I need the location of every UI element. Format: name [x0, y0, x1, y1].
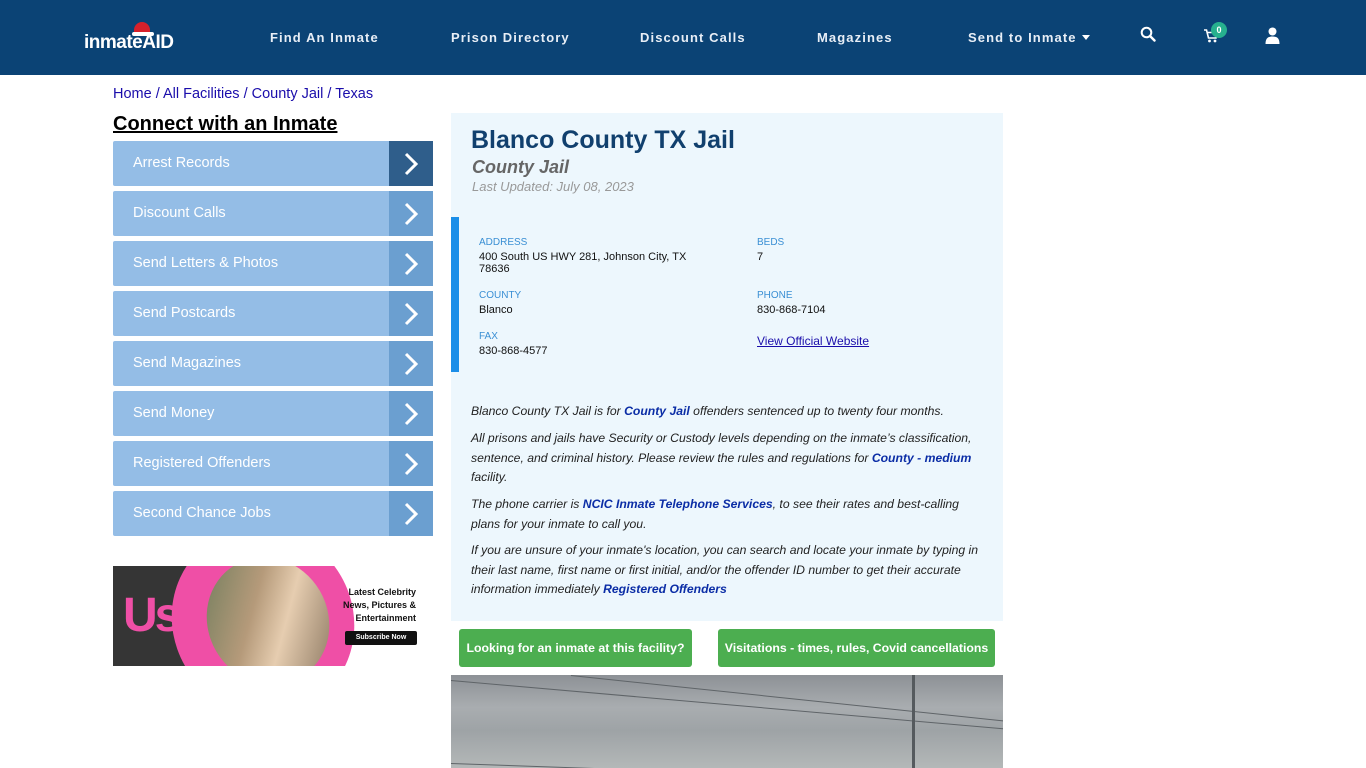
- sidebar-item-arrest-records[interactable]: Arrest Records: [113, 141, 433, 186]
- fax-value: 830-868-4577: [479, 345, 548, 357]
- visitations-button[interactable]: Visitations - times, rules, Covid cancel…: [718, 629, 995, 667]
- breadcrumb-separator: /: [155, 86, 160, 102]
- security-levels-paragraph: All prisons and jails have Security or C…: [471, 429, 991, 488]
- last-updated: Last Updated: July 08, 2023: [472, 179, 634, 194]
- facility-photo: [451, 675, 1003, 768]
- breadcrumb-separator: /: [243, 86, 248, 102]
- inmate-search-paragraph: If you are unsure of your inmate's locat…: [471, 541, 991, 600]
- info-accent-bar: [451, 217, 459, 372]
- chevron-right-icon: [389, 291, 433, 336]
- facility-title: Blanco County TX Jail: [471, 126, 735, 154]
- phone-label: PHONE: [757, 290, 793, 301]
- utility-pole: [912, 675, 915, 768]
- sidebar-menu: Arrest Records Discount Calls Send Lette…: [113, 141, 433, 541]
- search-icon[interactable]: [1140, 26, 1160, 46]
- power-line: [570, 675, 1003, 725]
- sidebar-item-registered-offenders[interactable]: Registered Offenders: [113, 441, 433, 486]
- facility-type: County Jail: [472, 157, 570, 177]
- caret-down-icon: [1081, 35, 1090, 40]
- power-line: [451, 763, 651, 768]
- chevron-right-icon: [389, 241, 433, 286]
- address-label: ADDRESS: [479, 237, 528, 248]
- address-value: 400 South US HWY 281, Johnson City, TX 7…: [479, 251, 687, 275]
- sidebar-item-label: Send Money: [133, 405, 215, 421]
- top-navbar: inmateAID Find An Inmate Prison Director…: [0, 0, 1366, 75]
- phone-carrier-paragraph: The phone carrier is NCIC Inmate Telepho…: [471, 495, 991, 534]
- breadcrumb-separator: /: [327, 86, 332, 102]
- sidebar-item-label: Send Letters & Photos: [133, 255, 279, 271]
- ad-brand-logo: Us: [123, 589, 181, 642]
- sidebar-item-send-postcards[interactable]: Send Postcards: [113, 291, 433, 336]
- sidebar-item-label: Second Chance Jobs: [133, 505, 271, 521]
- find-inmate-at-facility-button[interactable]: Looking for an inmate at this facility?: [459, 629, 692, 667]
- county-jail-link[interactable]: County Jail: [624, 404, 690, 418]
- paragraph-text: facility.: [471, 470, 508, 484]
- sidebar-item-second-chance-jobs[interactable]: Second Chance Jobs: [113, 491, 433, 536]
- breadcrumb-texas[interactable]: Texas: [335, 86, 373, 102]
- chevron-right-icon: [389, 391, 433, 436]
- sidebar-item-label: Discount Calls: [133, 205, 226, 221]
- breadcrumb-county-jail[interactable]: County Jail: [252, 86, 324, 102]
- chevron-right-icon: [389, 491, 433, 536]
- paragraph-text: The phone carrier is: [471, 497, 583, 511]
- county-value: Blanco: [479, 304, 513, 316]
- sidebar-item-label: Arrest Records: [133, 155, 230, 171]
- view-official-website-link[interactable]: View Official Website: [757, 334, 869, 348]
- sidebar-item-send-magazines[interactable]: Send Magazines: [113, 341, 433, 386]
- paragraph-text: Blanco County TX Jail is for: [471, 404, 625, 418]
- chevron-right-icon: [389, 441, 433, 486]
- sidebar-item-label: Send Postcards: [133, 305, 236, 321]
- breadcrumb-home[interactable]: Home: [113, 86, 152, 102]
- cart-count-badge: 0: [1211, 22, 1227, 38]
- ad-headline: Latest Celebrity News, Pictures & Entert…: [342, 587, 416, 623]
- ad-subscribe-button[interactable]: Subscribe Now: [345, 631, 417, 645]
- sidebar-item-label: Registered Offenders: [133, 455, 271, 471]
- registered-offenders-link[interactable]: Registered Offenders: [603, 582, 727, 596]
- county-medium-link[interactable]: County - medium: [872, 451, 972, 465]
- paragraph-text: offenders sentenced up to twenty four mo…: [689, 404, 944, 418]
- logo-text-accent: AID: [142, 32, 174, 53]
- inmateaid-logo[interactable]: inmateAID: [84, 22, 180, 56]
- sidebar-item-label: Send Magazines: [133, 355, 242, 371]
- breadcrumb-all-facilities[interactable]: All Facilities: [163, 86, 240, 102]
- sidebar-item-send-money[interactable]: Send Money: [113, 391, 433, 436]
- us-weekly-ad-banner[interactable]: Us Latest Celebrity News, Pictures & Ent…: [113, 566, 433, 666]
- sidebar-item-send-letters-photos[interactable]: Send Letters & Photos: [113, 241, 433, 286]
- connect-with-inmate-heading: Connect with an Inmate: [113, 113, 338, 135]
- facility-description-paragraph: Blanco County TX Jail is for County Jail…: [471, 402, 991, 422]
- nav-find-an-inmate[interactable]: Find An Inmate: [270, 30, 379, 45]
- nav-discount-calls[interactable]: Discount Calls: [640, 30, 746, 45]
- fax-label: FAX: [479, 331, 498, 342]
- sidebar-item-discount-calls[interactable]: Discount Calls: [113, 191, 433, 236]
- beds-label: BEDS: [757, 237, 785, 248]
- nav-send-to-inmate-label: Send to Inmate: [968, 30, 1077, 45]
- logo-text: inmate: [84, 32, 143, 53]
- nav-magazines[interactable]: Magazines: [817, 30, 893, 45]
- power-line: [451, 680, 1003, 730]
- chevron-right-icon: [389, 141, 433, 186]
- beds-value: 7: [757, 251, 764, 263]
- county-label: COUNTY: [479, 290, 522, 301]
- chevron-right-icon: [389, 191, 433, 236]
- ncic-telephone-link[interactable]: NCIC Inmate Telephone Services: [583, 497, 773, 511]
- chevron-right-icon: [389, 341, 433, 386]
- user-icon[interactable]: [1265, 27, 1285, 47]
- phone-value: 830-868-7104: [757, 304, 826, 316]
- nav-send-to-inmate[interactable]: Send to Inmate: [968, 30, 1090, 45]
- breadcrumb: Home / All Facilities / County Jail / Te…: [113, 86, 373, 102]
- nav-prison-directory[interactable]: Prison Directory: [451, 30, 570, 45]
